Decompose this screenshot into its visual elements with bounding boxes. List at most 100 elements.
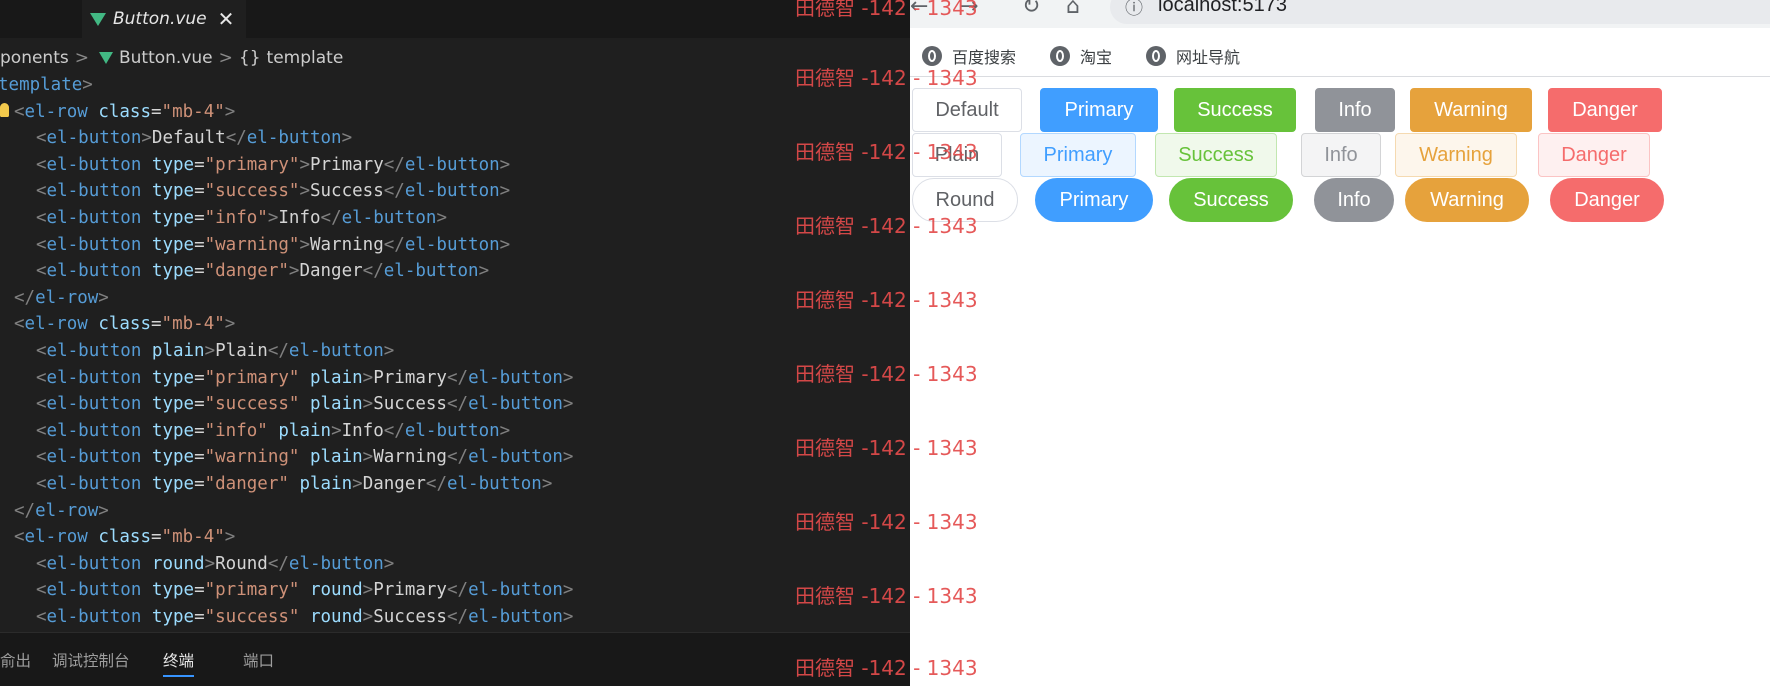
plain-warning-button[interactable]: Warning <box>1395 133 1517 177</box>
round-danger-button[interactable]: Danger <box>1550 178 1664 222</box>
default-default-button[interactable]: Default <box>912 88 1022 132</box>
bookmark-item[interactable]: 网址导航 <box>1146 44 1240 68</box>
code-token: < <box>36 394 47 415</box>
vue-file-icon <box>98 52 113 64</box>
code-line: <el-row class="mb-4"> <box>14 311 235 337</box>
url-text[interactable]: localhost:5173 <box>1158 0 1287 17</box>
code-token: = <box>151 527 162 548</box>
code-line: <el-button round>Round</el-button> <box>36 551 394 577</box>
default-warning-button[interactable]: Warning <box>1410 88 1532 132</box>
code-token: = <box>194 367 205 388</box>
code-token: type <box>151 394 195 415</box>
code-token: el-button <box>46 128 142 149</box>
panel-tab[interactable]: 俞出 <box>0 649 31 671</box>
code-token: > <box>341 128 353 149</box>
code-line: <el-button type="primary" plain>Primary<… <box>36 365 573 391</box>
bookmarks-bar: 百度搜索 淘宝 网址导航 <box>910 36 1770 77</box>
code-token: > <box>299 234 310 255</box>
code-token: el-button <box>404 181 500 202</box>
reload-icon[interactable]: ↻ <box>1022 0 1040 19</box>
code-token: el-button <box>46 447 152 468</box>
code-line: <el-button type="success" round>Success<… <box>36 604 573 630</box>
globe-icon <box>1050 46 1070 66</box>
home-icon[interactable]: ⌂ <box>1066 0 1080 19</box>
panel-tab[interactable]: 终端 <box>163 649 195 677</box>
plain-primary-button[interactable]: Primary <box>1020 133 1136 177</box>
tab-file-name: Button.vue <box>113 9 207 29</box>
editor-tab[interactable]: Button.vue ✕ <box>82 0 247 38</box>
code-token: round <box>309 607 363 627</box>
code-token: > <box>383 553 395 574</box>
code-token: > <box>362 607 374 627</box>
plain-danger-button[interactable]: Danger <box>1538 133 1650 177</box>
code-token: type <box>151 447 195 468</box>
code-token: > <box>499 234 511 255</box>
code-token: > <box>541 474 553 494</box>
code-line: <el-button type="warning">Warning</el-bu… <box>36 232 510 258</box>
chevron-right-icon: > <box>218 48 233 68</box>
code-token: Default <box>151 128 226 149</box>
code-token: < <box>14 527 25 548</box>
bookmark-label: 淘宝 <box>1080 48 1113 67</box>
info-icon[interactable]: ⓘ <box>1125 0 1143 20</box>
code-token: > <box>98 287 109 308</box>
code-token: Success <box>373 394 447 415</box>
round-success-button[interactable]: Success <box>1169 178 1293 222</box>
code-token: > <box>499 154 511 175</box>
plain-info-button[interactable]: Info <box>1301 133 1381 177</box>
code-token: > <box>98 500 109 521</box>
panel-tab[interactable]: 调试控制台 <box>52 649 130 671</box>
code-token: "mb-4" <box>161 101 225 122</box>
plain-success-button[interactable]: Success <box>1155 133 1277 177</box>
code-editor[interactable]: Button.vue ✕ ponents > Button.vue > {} t… <box>0 0 910 686</box>
code-token: "success" <box>204 181 300 202</box>
round-warning-button[interactable]: Warning <box>1405 178 1529 222</box>
lightbulb-icon[interactable] <box>0 102 9 117</box>
default-danger-button[interactable]: Danger <box>1548 88 1662 132</box>
bookmark-item[interactable]: 淘宝 <box>1050 44 1112 68</box>
code-token: > <box>224 314 236 335</box>
code-token: el-button <box>468 367 563 388</box>
code-token: < <box>36 607 47 627</box>
browser-window: ← → ↻ ⌂ ⓘ localhost:5173 百度搜索 淘宝 网址导航 Defa… <box>910 0 1770 686</box>
default-primary-button[interactable]: Primary <box>1040 88 1158 132</box>
round-info-button[interactable]: Info <box>1314 178 1394 222</box>
code-token: </ <box>446 394 469 415</box>
code-token: > <box>362 447 374 468</box>
code-token: class <box>98 101 151 122</box>
breadcrumb-folder[interactable]: ponents <box>0 48 69 68</box>
code-token: = <box>194 394 205 415</box>
editor-tab-bar: Button.vue ✕ <box>0 0 910 38</box>
code-line: <el-button plain>Plain</el-button> <box>36 338 394 364</box>
code-token: el-button <box>404 234 500 255</box>
code-token: > <box>82 75 93 95</box>
code-token: el-button <box>46 208 152 228</box>
code-token: = <box>194 474 205 494</box>
code-token: "mb-4" <box>161 527 225 548</box>
breadcrumb-file[interactable]: Button.vue <box>119 48 213 68</box>
panel-tab[interactable]: 端口 <box>243 649 274 671</box>
code-token: > <box>499 181 511 202</box>
code-token: type <box>151 580 195 601</box>
close-icon[interactable]: ✕ <box>218 7 235 31</box>
vue-file-icon <box>90 12 106 26</box>
code-token: > <box>224 527 236 548</box>
code-token: el-button <box>341 208 437 228</box>
code-line: <el-button type="success">Success</el-bu… <box>36 178 510 204</box>
code-token: < <box>36 208 47 228</box>
default-info-button[interactable]: Info <box>1315 88 1395 132</box>
code-token: "info" <box>204 420 268 441</box>
default-success-button[interactable]: Success <box>1174 88 1296 132</box>
code-token: </ <box>446 607 469 627</box>
code-token: Info <box>278 208 321 228</box>
breadcrumb-symbol[interactable]: template <box>267 48 344 68</box>
bookmark-label: 网址导航 <box>1176 48 1241 67</box>
code-token: el-row <box>35 500 99 521</box>
round-primary-button[interactable]: Primary <box>1035 178 1153 222</box>
code-area[interactable]: template> <el-row class="mb-4"> <el-button… <box>0 72 910 632</box>
